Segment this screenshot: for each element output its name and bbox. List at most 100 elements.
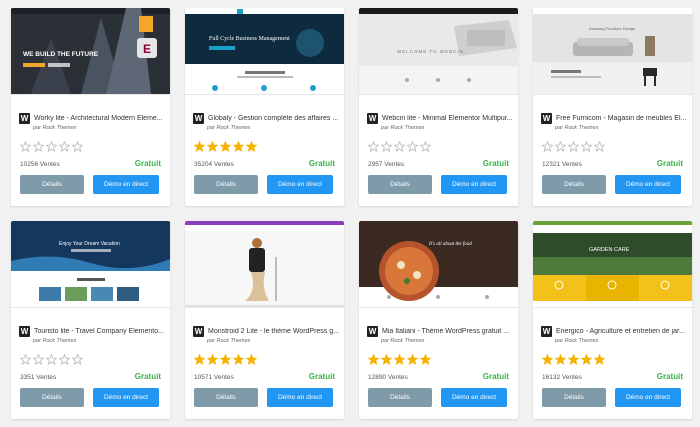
star-icon <box>368 141 379 152</box>
sales-count: 10571 Ventes <box>194 374 234 381</box>
theme-thumbnail[interactable]: It's all about the food <box>359 221 518 307</box>
theme-card: Amazing Furniture Design W Free Furnicom… <box>533 8 692 206</box>
thumb-headline: It's all about the food <box>428 242 472 247</box>
star-icon <box>33 354 44 365</box>
price-label: Gratuit <box>134 159 161 168</box>
star-icon <box>59 141 70 152</box>
star-icon <box>568 141 579 152</box>
theme-title[interactable]: Mia Italiani - Thème WordPress gratuit .… <box>382 328 513 335</box>
theme-card: W Monstroid 2 Lite - le thème WordPress … <box>185 221 344 419</box>
live-demo-button[interactable]: Démo en direct <box>93 388 159 407</box>
star-icon <box>20 141 31 152</box>
thumb-headline: WELCOME TO WEBCIN <box>397 49 464 54</box>
sales-count: 12890 Ventes <box>368 374 408 381</box>
price-label: Gratuit <box>308 159 335 168</box>
theme-author: par Rock Themes <box>555 338 599 344</box>
theme-title[interactable]: Free Furnicom - Magasin de meubles El... <box>556 115 687 122</box>
star-icon <box>233 141 244 152</box>
wordpress-icon: W <box>367 325 378 337</box>
star-icon <box>72 141 83 152</box>
star-icon <box>420 354 431 365</box>
star-icon <box>594 141 605 152</box>
star-icon <box>220 141 231 152</box>
theme-thumbnail[interactable]: Enjoy Your Dream Vacation <box>11 221 170 307</box>
theme-thumbnail[interactable]: WELCOME TO WEBCIN <box>359 8 518 94</box>
theme-title[interactable]: Webcin lite - Minimal Elementor Multipur… <box>382 115 513 122</box>
wordpress-icon: W <box>367 112 378 124</box>
star-icon <box>233 354 244 365</box>
theme-card: Full Cycle Business Management W Globaly… <box>185 8 344 206</box>
star-icon <box>394 354 405 365</box>
theme-title[interactable]: Touristo lite - Travel Company Elemento.… <box>34 328 165 335</box>
price-label: Gratuit <box>482 159 509 168</box>
sales-count: 12321 Ventes <box>542 161 582 168</box>
theme-author: par Rock Themes <box>381 338 425 344</box>
rating-stars <box>20 354 83 365</box>
live-demo-button[interactable]: Démo en direct <box>615 388 681 407</box>
rating-stars <box>368 141 431 152</box>
theme-title[interactable]: Monstroid 2 Lite - le thème WordPress g.… <box>208 328 339 335</box>
details-button[interactable]: Détails <box>194 388 258 407</box>
theme-thumbnail[interactable] <box>185 221 344 307</box>
theme-card: Enjoy Your Dream Vacation W Touristo lit… <box>11 221 170 419</box>
star-icon <box>581 354 592 365</box>
details-button[interactable]: Détails <box>20 388 84 407</box>
star-icon <box>20 354 31 365</box>
star-icon <box>220 354 231 365</box>
price-label: Gratuit <box>134 372 161 381</box>
theme-author: par Rock Themes <box>381 125 425 131</box>
sales-count: 16132 Ventes <box>542 374 582 381</box>
theme-thumbnail[interactable]: Full Cycle Business Management <box>185 8 344 94</box>
theme-card: WELCOME TO WEBCIN W Webcin lite - Minima… <box>359 8 518 206</box>
svg-text:E: E <box>143 42 151 56</box>
details-button[interactable]: Détails <box>194 175 258 194</box>
star-icon <box>581 141 592 152</box>
live-demo-button[interactable]: Démo en direct <box>441 388 507 407</box>
details-button[interactable]: Détails <box>542 175 606 194</box>
thumb-headline: Full Cycle Business Management <box>209 36 290 42</box>
theme-title[interactable]: Globaly - Gestion complète des affaires … <box>208 115 339 122</box>
wordpress-icon: W <box>541 112 552 124</box>
wordpress-icon: W <box>193 325 204 337</box>
price-label: Gratuit <box>656 372 683 381</box>
details-button[interactable]: Détails <box>368 388 432 407</box>
star-icon <box>542 141 553 152</box>
theme-thumbnail[interactable]: Amazing Furniture Design <box>533 8 692 94</box>
details-button[interactable]: Détails <box>20 175 84 194</box>
star-icon <box>46 354 57 365</box>
star-icon <box>246 141 257 152</box>
star-icon <box>420 141 431 152</box>
rating-stars <box>20 141 83 152</box>
sales-count: 3351 Ventes <box>20 374 57 381</box>
price-label: Gratuit <box>656 159 683 168</box>
sales-count: 2957 Ventes <box>368 161 405 168</box>
thumb-headline: Enjoy Your Dream Vacation <box>59 241 120 247</box>
theme-title[interactable]: Worky lite - Architectural Modern Eleme.… <box>34 115 165 122</box>
thumb-headline: WE BUILD THE FUTURE <box>23 51 99 58</box>
star-icon <box>59 354 70 365</box>
star-icon <box>568 354 579 365</box>
theme-thumbnail[interactable]: GARDEN CARE <box>533 221 692 307</box>
price-label: Gratuit <box>308 372 335 381</box>
live-demo-button[interactable]: Démo en direct <box>93 175 159 194</box>
theme-author: par Rock Themes <box>207 125 251 131</box>
theme-title[interactable]: Energico - Agriculture et entretien de j… <box>556 328 687 335</box>
rating-stars <box>368 354 431 365</box>
details-button[interactable]: Détails <box>368 175 432 194</box>
theme-thumbnail[interactable]: E WE BUILD THE FUTURE <box>11 8 170 94</box>
details-button[interactable]: Détails <box>542 388 606 407</box>
live-demo-button[interactable]: Démo en direct <box>267 175 333 194</box>
thumb-headline: GARDEN CARE <box>589 247 630 253</box>
live-demo-button[interactable]: Démo en direct <box>267 388 333 407</box>
price-label: Gratuit <box>482 372 509 381</box>
star-icon <box>542 354 553 365</box>
live-demo-button[interactable]: Démo en direct <box>615 175 681 194</box>
live-demo-button[interactable]: Démo en direct <box>441 175 507 194</box>
wordpress-icon: W <box>19 325 30 337</box>
star-icon <box>394 141 405 152</box>
theme-author: par Rock Themes <box>33 125 77 131</box>
theme-author: par Rock Themes <box>207 338 251 344</box>
sales-count: 35204 Ventes <box>194 161 234 168</box>
wordpress-icon: W <box>193 112 204 124</box>
star-icon <box>246 354 257 365</box>
